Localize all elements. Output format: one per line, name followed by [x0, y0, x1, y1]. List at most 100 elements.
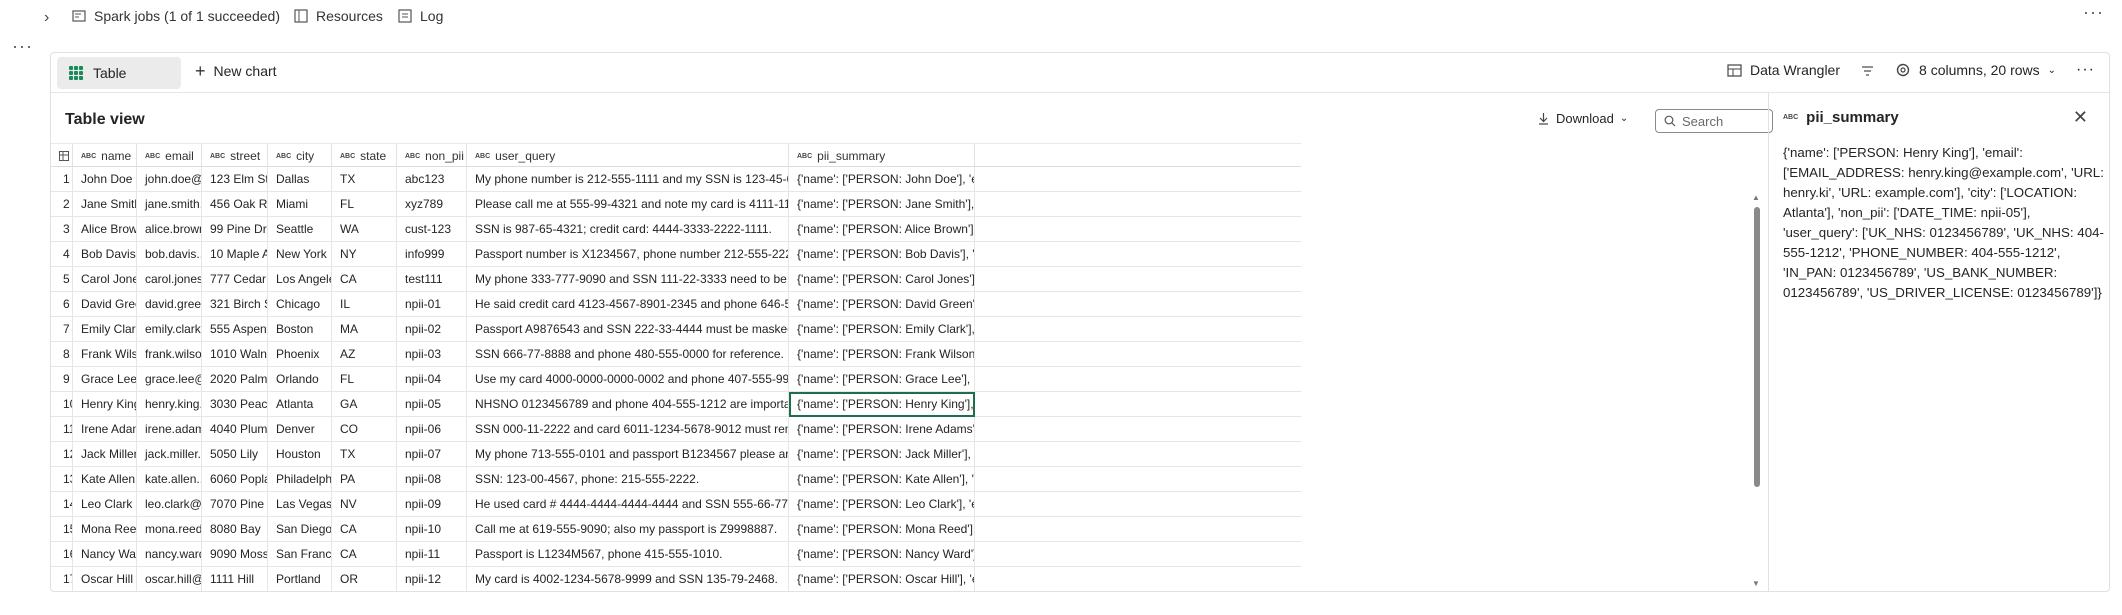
- table-cell[interactable]: mona.reed...: [137, 517, 202, 542]
- table-cell[interactable]: xyz789: [397, 192, 467, 217]
- table-cell[interactable]: Nancy Ward: [73, 542, 137, 567]
- table-cell[interactable]: Miami: [268, 192, 332, 217]
- toolbar-more-icon[interactable]: ···: [2076, 61, 2095, 79]
- scroll-up-icon[interactable]: ▲: [1752, 193, 1760, 202]
- table-cell[interactable]: SSN is 987-65-4321; credit card: 4444-33…: [467, 217, 789, 242]
- resources-link[interactable]: Resources: [294, 8, 383, 24]
- table-cell[interactable]: {'name': ['PERSON: Kate Allen'], 'email'…: [789, 467, 975, 492]
- table-cell[interactable]: {'name': ['PERSON: Oscar Hill'], 'email'…: [789, 567, 975, 591]
- spark-jobs-link[interactable]: Spark jobs (1 of 1 succeeded): [72, 8, 280, 24]
- vertical-scrollbar[interactable]: ▲ ▼: [1751, 193, 1763, 593]
- table-row[interactable]: 7Emily Clarkemily.clark...555 Aspen ...B…: [51, 317, 1301, 342]
- table-cell[interactable]: bob.davis....: [137, 242, 202, 267]
- table-cell[interactable]: {'name': ['PERSON: Nancy Ward'], 'email'…: [789, 542, 975, 567]
- table-cell[interactable]: 7070 Pine: [202, 492, 268, 517]
- table-cell[interactable]: San Francis...: [268, 542, 332, 567]
- table-cell[interactable]: Phoenix: [268, 342, 332, 367]
- scroll-thumb[interactable]: [1754, 207, 1760, 487]
- column-header-user-query[interactable]: ABC user_query: [467, 144, 789, 168]
- table-cell[interactable]: Carol Jones: [73, 267, 137, 292]
- table-row[interactable]: 8Frank Wilsonfrank.wilso...1010 WalnutPh…: [51, 342, 1301, 367]
- table-cell[interactable]: MA: [332, 317, 397, 342]
- table-cell[interactable]: 3030 Peach: [202, 392, 268, 417]
- table-cell[interactable]: Dallas: [268, 167, 332, 192]
- table-cell[interactable]: PA: [332, 467, 397, 492]
- table-cell[interactable]: AZ: [332, 342, 397, 367]
- data-wrangler-button[interactable]: Data Wrangler: [1727, 62, 1840, 78]
- table-cell[interactable]: emily.clark...: [137, 317, 202, 342]
- table-cell[interactable]: abc123: [397, 167, 467, 192]
- table-row[interactable]: 3Alice Brownalice.brown...99 Pine DrSeat…: [51, 217, 1301, 242]
- table-cell[interactable]: My card is 4002-1234-5678-9999 and SSN 1…: [467, 567, 789, 591]
- table-row[interactable]: 16Nancy Wardnancy.ward...9090 MossSan Fr…: [51, 542, 1301, 567]
- table-cell[interactable]: Leo Clark: [73, 492, 137, 517]
- table-cell[interactable]: npii-11: [397, 542, 467, 567]
- scroll-down-icon[interactable]: ▼: [1752, 579, 1760, 588]
- table-cell[interactable]: WA: [332, 217, 397, 242]
- table-cell[interactable]: grace.lee@...: [137, 367, 202, 392]
- table-cell[interactable]: npii-01: [397, 292, 467, 317]
- table-cell[interactable]: npii-03: [397, 342, 467, 367]
- table-cell[interactable]: Seattle: [268, 217, 332, 242]
- table-cell[interactable]: 456 Oak Rd: [202, 192, 268, 217]
- table-cell[interactable]: {'name': ['PERSON: Jack Miller'], 'email…: [789, 442, 975, 467]
- table-cell[interactable]: {'name': ['PERSON: Frank Wilson'], 'emai…: [789, 342, 975, 367]
- table-cell[interactable]: 5050 Lily: [202, 442, 268, 467]
- table-row[interactable]: 14Leo Clarkleo.clark@...7070 PineLas Veg…: [51, 492, 1301, 517]
- table-cell[interactable]: 777 Cedar Ln: [202, 267, 268, 292]
- table-cell[interactable]: {'name': ['PERSON: Carol Jones'], 'email…: [789, 267, 975, 292]
- table-cell[interactable]: Denver: [268, 417, 332, 442]
- table-cell[interactable]: Irene Adams: [73, 417, 137, 442]
- table-cell[interactable]: {'name': ['PERSON: Alice Brown'], 'email…: [789, 217, 975, 242]
- table-cell[interactable]: Chicago: [268, 292, 332, 317]
- column-header-city[interactable]: ABC city: [268, 144, 332, 168]
- table-cell[interactable]: 1111 Hill: [202, 567, 268, 591]
- table-cell[interactable]: npii-08: [397, 467, 467, 492]
- table-cell[interactable]: Emily Clark: [73, 317, 137, 342]
- table-row[interactable]: 4Bob Davisbob.davis....10 Maple A...New …: [51, 242, 1301, 267]
- table-cell[interactable]: SSN 666-77-8888 and phone 480-555-0000 f…: [467, 342, 789, 367]
- table-cell[interactable]: leo.clark@...: [137, 492, 202, 517]
- table-cell[interactable]: {'name': ['PERSON: Henry King'], 'email'…: [789, 392, 975, 417]
- table-row[interactable]: 17Oscar Hilloscar.hill@...1111 HillPortl…: [51, 567, 1301, 591]
- table-cell[interactable]: Boston: [268, 317, 332, 342]
- table-cell[interactable]: npii-06: [397, 417, 467, 442]
- table-cell[interactable]: 10 Maple A...: [202, 242, 268, 267]
- table-cell[interactable]: New York: [268, 242, 332, 267]
- table-cell[interactable]: {'name': ['PERSON: Mona Reed'], 'email':…: [789, 517, 975, 542]
- table-cell[interactable]: irene.adam...: [137, 417, 202, 442]
- table-cell[interactable]: Passport A9876543 and SSN 222-33-4444 mu…: [467, 317, 789, 342]
- table-cell[interactable]: 555 Aspen ...: [202, 317, 268, 342]
- log-link[interactable]: Log: [398, 8, 443, 24]
- table-cell[interactable]: Las Vegas: [268, 492, 332, 517]
- table-cell[interactable]: Bob Davis: [73, 242, 137, 267]
- table-cell[interactable]: CA: [332, 517, 397, 542]
- table-cell[interactable]: john.doe@...: [137, 167, 202, 192]
- column-header-street[interactable]: ABC street: [202, 144, 268, 168]
- table-cell[interactable]: npii-09: [397, 492, 467, 517]
- table-row[interactable]: 12Jack Millerjack.miller...5050 LilyHous…: [51, 442, 1301, 467]
- table-cell[interactable]: 2020 Palm St: [202, 367, 268, 392]
- table-cell[interactable]: John Doe: [73, 167, 137, 192]
- table-cell[interactable]: npii-07: [397, 442, 467, 467]
- filter-icon[interactable]: [1860, 63, 1875, 78]
- table-cell[interactable]: Oscar Hill: [73, 567, 137, 591]
- table-cell[interactable]: test111: [397, 267, 467, 292]
- table-cell[interactable]: Alice Brown: [73, 217, 137, 242]
- table-cell[interactable]: npii-10: [397, 517, 467, 542]
- table-cell[interactable]: Call me at 619-555-9090; also my passpor…: [467, 517, 789, 542]
- table-cell[interactable]: david.gree...: [137, 292, 202, 317]
- table-cell[interactable]: frank.wilso...: [137, 342, 202, 367]
- table-cell[interactable]: npii-04: [397, 367, 467, 392]
- table-cell[interactable]: npii-12: [397, 567, 467, 591]
- column-header-non-pii[interactable]: ABC non_pii: [397, 144, 467, 168]
- table-cell[interactable]: Jack Miller: [73, 442, 137, 467]
- cell-menu-icon[interactable]: ···: [12, 36, 33, 57]
- table-cell[interactable]: cust-123: [397, 217, 467, 242]
- table-cell[interactable]: npii-05: [397, 392, 467, 417]
- search-input[interactable]: Search: [1655, 109, 1773, 133]
- table-cell[interactable]: Houston: [268, 442, 332, 467]
- table-cell[interactable]: NY: [332, 242, 397, 267]
- table-cell[interactable]: 1010 Walnut: [202, 342, 268, 367]
- column-header-name[interactable]: ABC name: [73, 144, 137, 168]
